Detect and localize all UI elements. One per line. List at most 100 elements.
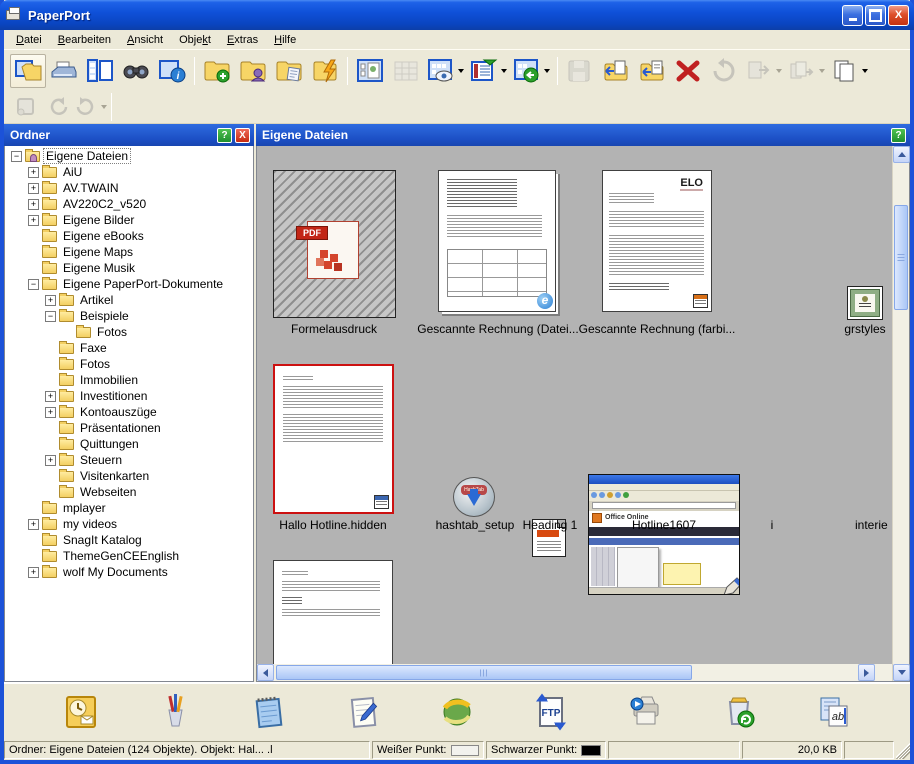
tree-item-label[interactable]: AV220C2_v520: [61, 197, 148, 211]
tree-item-quittungen[interactable]: Quittungen: [7, 436, 253, 452]
tree-item-investitionen[interactable]: + Investitionen: [7, 388, 253, 404]
tree-item-label[interactable]: SnagIt Katalog: [61, 533, 144, 547]
tree-expander-minus[interactable]: −: [11, 151, 22, 162]
tree-item-label[interactable]: mplayer: [61, 501, 108, 515]
tree-expander-plus[interactable]: +: [28, 215, 39, 226]
stack-button-disabled[interactable]: [785, 54, 828, 88]
tree-item-label[interactable]: Eigene Bilder: [61, 213, 136, 227]
tree-item-kontoausz-ge[interactable]: +Kontoauszüge: [7, 404, 253, 420]
tree-item-label[interactable]: Artikel: [78, 293, 115, 307]
tree-expander-plus[interactable]: +: [28, 183, 39, 194]
rotate-page-button-disabled[interactable]: [10, 93, 42, 121]
tree-item-eigene-maps[interactable]: Eigene Maps: [7, 244, 253, 260]
tree-item-aiu[interactable]: + AiU: [7, 164, 253, 180]
undo-button-disabled[interactable]: [706, 54, 742, 88]
ocr-text-icon[interactable]: ab: [812, 691, 854, 733]
tree-item-snagit-katalog[interactable]: SnagIt Katalog: [7, 532, 253, 548]
scroll-right-button[interactable]: [858, 664, 875, 681]
web-view-button[interactable]: [510, 54, 553, 88]
tree-item-faxe[interactable]: Faxe: [7, 340, 253, 356]
copy-pages-button[interactable]: [828, 54, 871, 88]
tree-item-label[interactable]: Investitionen: [78, 389, 149, 403]
vertical-scrollbar[interactable]: [892, 146, 909, 681]
tree-item-label[interactable]: Visitenkarten: [78, 469, 151, 483]
folders-view-button[interactable]: [10, 54, 46, 88]
search-button[interactable]: [118, 54, 154, 88]
tree-item-label[interactable]: ThemeGenCEEnglish: [61, 549, 181, 563]
resize-grip[interactable]: [896, 741, 910, 759]
tree-item-steuern[interactable]: +Steuern: [7, 452, 253, 468]
tree-item-label[interactable]: my videos: [61, 517, 119, 531]
thumbnail-label[interactable]: Gescannte Rechnung (Datei...: [413, 322, 583, 336]
rotate-left-button-disabled[interactable]: [42, 93, 74, 121]
tree-item-eigene-bilder[interactable]: + Eigene Bilder: [7, 212, 253, 228]
tree-item-artikel[interactable]: +Artikel: [7, 292, 253, 308]
tree-expander-minus[interactable]: −: [28, 279, 39, 290]
outlook-send-icon[interactable]: [60, 691, 102, 733]
close-button[interactable]: X: [888, 5, 909, 26]
tree-item-label[interactable]: Beispiele: [78, 309, 131, 323]
tree-item-pr-sentationen[interactable]: Präsentationen: [7, 420, 253, 436]
thumbnail-partial-document[interactable]: [273, 560, 393, 664]
tree-item-eigene-paperport-dokumente[interactable]: −Eigene PaperPort-Dokumente: [7, 276, 253, 292]
scan-button[interactable]: [46, 54, 82, 88]
tree-item-eigene-dateien[interactable]: −Eigene Dateien: [7, 148, 253, 164]
thumbnail-rechnung-farbig[interactable]: ELO: [602, 170, 712, 312]
scroll-left-button[interactable]: [257, 664, 274, 681]
tree-item-label[interactable]: AV.TWAIN: [61, 181, 121, 195]
tree-item-immobilien[interactable]: Immobilien: [7, 372, 253, 388]
thumbnail-hotline1607[interactable]: Office Online: [588, 474, 740, 595]
rotate-right-button-disabled[interactable]: [74, 93, 107, 121]
folder-actions-button[interactable]: [307, 54, 343, 88]
tree-item-label[interactable]: Webseiten: [78, 485, 138, 499]
scroll-down-button[interactable]: [893, 664, 910, 681]
move-to-folder-button[interactable]: [598, 54, 634, 88]
tree-item-webseiten[interactable]: Webseiten: [7, 484, 253, 500]
tree-item-eigene-musik[interactable]: Eigene Musik: [7, 260, 253, 276]
tree-item-themegenceenglish[interactable]: ThemeGenCEEnglish: [7, 548, 253, 564]
horizontal-scrollbar[interactable]: [257, 664, 892, 681]
thumbnail-label[interactable]: Gescannte Rechnung (farbi...: [572, 322, 742, 336]
thumbnail-label[interactable]: Heading 1: [510, 518, 590, 532]
tree-item-label[interactable]: Eigene eBooks: [61, 229, 146, 243]
tree-item-eigene-ebooks[interactable]: Eigene eBooks: [7, 228, 253, 244]
tree-expander-plus[interactable]: +: [28, 199, 39, 210]
tree-item-visitenkarten[interactable]: Visitenkarten: [7, 468, 253, 484]
tree-expander-plus[interactable]: +: [45, 391, 56, 402]
notepad-icon[interactable]: [248, 691, 290, 733]
tree-item-wolf-my-documents[interactable]: +wolf My Documents: [7, 564, 253, 580]
tree-expander-plus[interactable]: +: [28, 167, 39, 178]
tree-item-beispiele[interactable]: −Beispiele: [7, 308, 253, 324]
thumbnail-grstyles[interactable]: [847, 286, 883, 320]
tree-item-label[interactable]: AiU: [61, 165, 84, 179]
print-icon[interactable]: [624, 691, 666, 733]
tree-item-label[interactable]: Eigene Maps: [61, 245, 135, 259]
thumbnail-label[interactable]: i: [752, 518, 792, 532]
maximize-button[interactable]: [865, 5, 886, 26]
web-view-dropdown[interactable]: [544, 69, 550, 73]
info-button[interactable]: i: [154, 54, 190, 88]
tree-expander-plus[interactable]: +: [45, 455, 56, 466]
page-view-button[interactable]: [82, 54, 118, 88]
menu-bearbeiten[interactable]: Bearbeiten: [50, 32, 119, 48]
tree-expander-plus[interactable]: +: [28, 519, 39, 530]
minimize-button[interactable]: [842, 5, 863, 26]
tree-item-label[interactable]: wolf My Documents: [61, 565, 170, 579]
thumbnail-formelausdruck[interactable]: PDF: [273, 170, 396, 318]
tree-item-label[interactable]: Faxe: [78, 341, 109, 355]
save-button-disabled[interactable]: [562, 54, 598, 88]
main-help-button[interactable]: ?: [891, 128, 906, 143]
menu-ansicht[interactable]: Ansicht: [119, 32, 171, 48]
scroll-up-button[interactable]: [893, 146, 910, 163]
grid-view-button-disabled[interactable]: [388, 54, 424, 88]
ftp-transfer-icon[interactable]: FTP: [530, 691, 572, 733]
thumbnail-label[interactable]: Formelausdruck: [259, 322, 409, 336]
tree-item-fotos[interactable]: Fotos: [7, 324, 253, 340]
tree-item-label[interactable]: Fotos: [95, 325, 129, 339]
tree-item-label[interactable]: Eigene Musik: [61, 261, 137, 275]
desktop-view-button[interactable]: [352, 54, 388, 88]
list-view-dropdown[interactable]: [501, 69, 507, 73]
list-view-button[interactable]: [467, 54, 510, 88]
delete-button[interactable]: [670, 54, 706, 88]
tree-item-mplayer[interactable]: mplayer: [7, 500, 253, 516]
